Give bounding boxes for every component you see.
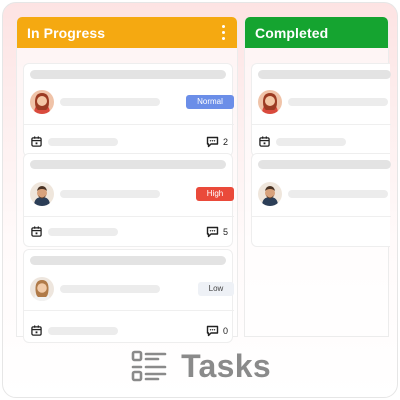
title-placeholder: [258, 70, 391, 79]
task-card[interactable]: Low 0: [23, 249, 234, 343]
comment-icon: [206, 226, 219, 238]
title-placeholder: [30, 256, 226, 265]
avatar: [30, 182, 54, 206]
avatar: [258, 182, 282, 206]
calendar-icon: [31, 136, 42, 147]
avatar: [258, 90, 282, 114]
column-header-completed[interactable]: Completed: [245, 17, 388, 48]
date-placeholder: [48, 327, 118, 335]
task-card[interactable]: High 5: [23, 153, 234, 247]
avatar: [30, 90, 54, 114]
kanban-widget: In Progress Normal 2 High 5 Low 0 Comple…: [2, 2, 398, 398]
task-card[interactable]: [251, 153, 391, 247]
calendar-icon: [259, 136, 270, 147]
column-completed: Completed: [244, 17, 391, 337]
kebab-menu-icon[interactable]: [220, 23, 227, 42]
priority-badge: Low: [198, 282, 234, 296]
column-in-progress: In Progress Normal 2 High 5 Low 0: [16, 17, 238, 343]
widget-footer: Tasks: [3, 343, 397, 389]
assignee-placeholder: [288, 98, 388, 106]
calendar-icon: [31, 226, 42, 237]
calendar-icon: [31, 325, 42, 336]
assignee-placeholder: [288, 190, 388, 198]
task-card[interactable]: [251, 63, 391, 157]
title-placeholder: [30, 70, 226, 79]
comment-count: 2: [223, 137, 229, 147]
divider: [24, 310, 234, 311]
comment-icon: [206, 136, 219, 148]
title-placeholder: [258, 160, 391, 169]
assignee-placeholder: [60, 98, 160, 106]
date-placeholder: [276, 138, 346, 146]
column-title: In Progress: [27, 24, 106, 41]
assignee-placeholder: [60, 190, 160, 198]
divider: [252, 216, 391, 217]
comment-count: 0: [223, 326, 229, 336]
avatar: [30, 277, 54, 301]
task-card[interactable]: Normal 2: [23, 63, 234, 157]
title-placeholder: [30, 160, 226, 169]
comment-icon: [206, 325, 219, 337]
date-placeholder: [48, 138, 118, 146]
column-title: Completed: [255, 24, 329, 41]
priority-badge: High: [196, 187, 234, 201]
divider: [24, 124, 234, 125]
divider: [252, 124, 391, 125]
comment-count: 5: [223, 227, 229, 237]
task-list-icon: [131, 350, 167, 382]
assignee-placeholder: [60, 285, 160, 293]
widget-title: Tasks: [181, 347, 271, 384]
divider: [24, 216, 234, 217]
column-header-in-progress[interactable]: In Progress: [17, 17, 237, 48]
date-placeholder: [48, 228, 118, 236]
priority-badge: Normal: [186, 95, 234, 109]
